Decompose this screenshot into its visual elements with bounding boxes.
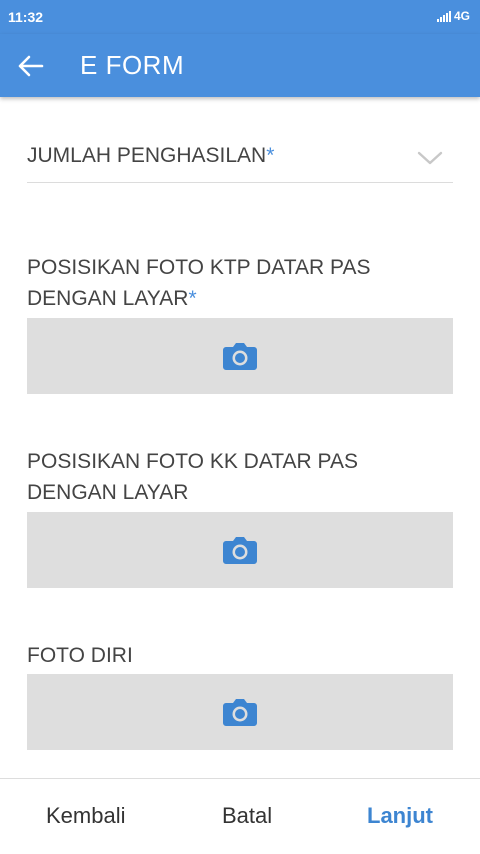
- ktp-photo-label: POSISIKAN FOTO KTP DATAR PAS DENGAN LAYAR…: [27, 256, 371, 310]
- income-dropdown[interactable]: JUMLAH PENGHASILAN*: [27, 140, 453, 183]
- selfie-photo-picker[interactable]: [27, 674, 453, 750]
- kk-photo-picker[interactable]: [27, 512, 453, 588]
- app-bar: E FORM: [0, 34, 480, 97]
- page-title: E FORM: [80, 50, 185, 80]
- bottom-action-bar: Kembali Batal Lanjut: [0, 778, 480, 854]
- chevron-down-icon: [417, 151, 443, 165]
- ktp-photo-picker[interactable]: [27, 318, 453, 394]
- cancel-button[interactable]: Batal: [222, 803, 272, 829]
- signal-icon: [436, 10, 451, 22]
- status-time: 11:32: [8, 9, 44, 25]
- network-type: 4G: [453, 9, 470, 23]
- required-marker: *: [188, 287, 197, 310]
- camera-icon: [223, 699, 257, 726]
- back-button[interactable]: Kembali: [46, 803, 125, 829]
- next-button[interactable]: Lanjut: [367, 803, 433, 829]
- camera-icon: [223, 343, 257, 370]
- back-arrow-icon[interactable]: [14, 50, 46, 82]
- kk-photo-label: POSISIKAN FOTO KK DATAR PAS DENGAN LAYAR: [27, 450, 359, 504]
- required-marker: *: [266, 144, 275, 167]
- network-status: 4G: [436, 9, 470, 23]
- selfie-photo-label: FOTO DIRI: [27, 644, 133, 667]
- income-label: JUMLAH PENGHASILAN*: [27, 144, 275, 167]
- camera-icon: [223, 537, 257, 564]
- status-bar: 11:32 4G: [0, 0, 480, 34]
